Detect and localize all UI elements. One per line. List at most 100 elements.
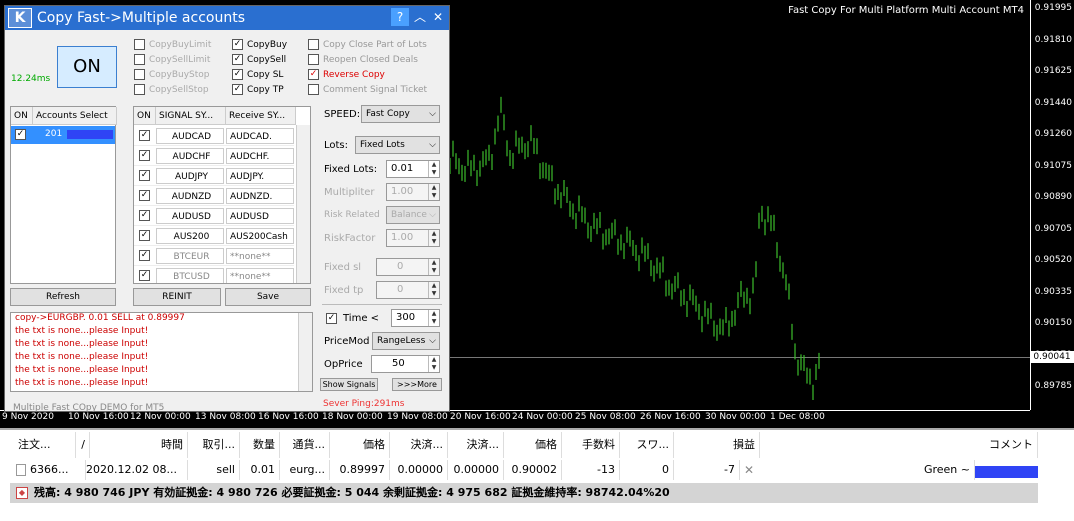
checkbox-icon[interactable] — [308, 84, 319, 95]
order-cell[interactable]: 2020.12.02 08... — [86, 460, 188, 480]
checkbox-icon[interactable] — [134, 69, 145, 80]
receive-symbol-cell[interactable]: AUS200Cash — [226, 228, 294, 244]
receive-symbol-cell[interactable]: **none** — [226, 268, 294, 283]
symbol-row[interactable]: ✓ AUDCHF AUDCHF. — [134, 146, 294, 166]
symbol-checkbox[interactable]: ✓ — [139, 150, 150, 161]
symbol-row[interactable]: ✓ BTCUSD **none** — [134, 266, 294, 283]
symbol-row[interactable]: ✓ AUS200 AUS200Cash — [134, 226, 294, 246]
signal-symbol-cell[interactable]: AUDNZD — [156, 188, 224, 204]
order-cell[interactable]: 0 — [620, 460, 674, 480]
option-options_col3-2[interactable]: ✓ Reverse Copy — [308, 69, 385, 80]
checkbox-icon[interactable]: ✓ — [232, 69, 243, 80]
terminal-header[interactable]: 手数料 — [562, 432, 620, 458]
time-checkbox[interactable]: ✓ — [326, 313, 337, 324]
pricemode-select[interactable]: RangeLess ⌵ — [372, 332, 440, 350]
option-options_col1-2[interactable]: CopyBuyStop — [134, 69, 210, 80]
fixed-tp-input[interactable]: 0 ▲ ▼ — [376, 281, 440, 299]
spin-icon[interactable]: ▲ ▼ — [428, 356, 439, 372]
checkbox-icon[interactable] — [308, 39, 319, 50]
symbol-checkbox[interactable]: ✓ — [139, 190, 150, 201]
symbol-checkbox[interactable]: ✓ — [139, 230, 150, 241]
symbol-checkbox[interactable]: ✓ — [139, 130, 150, 141]
receive-symbol-cell[interactable]: AUDJPY. — [226, 168, 294, 184]
account-checkbox[interactable]: ✓ — [15, 129, 26, 140]
spin-icon[interactable]: ▲ ▼ — [428, 161, 439, 177]
order-cell[interactable]: -7 — [674, 460, 740, 480]
lots-select[interactable]: Fixed Lots ⌵ — [355, 136, 440, 154]
option-options_col2-2[interactable]: ✓ Copy SL — [232, 69, 283, 80]
copy-panel[interactable]: K Copy Fast->Multiple accounts ? ︿ ✕ ON … — [4, 5, 450, 413]
signal-symbol-cell[interactable]: BTCEUR — [156, 248, 224, 264]
option-options_col1-3[interactable]: CopySellStop — [134, 84, 209, 95]
checkbox-icon[interactable] — [134, 84, 145, 95]
terminal-panel[interactable]: 注文... / 時間 取引... 数量 通貨... 価格 決済... 決済... 価格 手数料 スワ.… — [0, 428, 1074, 521]
terminal-header[interactable]: 損益 — [674, 432, 760, 458]
checkbox-icon[interactable]: ✓ — [232, 54, 243, 65]
order-cell[interactable]: Green ~ — [760, 460, 975, 480]
receive-symbol-cell[interactable]: AUDCAD. — [226, 128, 294, 144]
signal-symbol-cell[interactable]: BTCUSD — [156, 268, 224, 283]
risk-related-select[interactable]: Balance ⌵ — [386, 206, 440, 224]
checkbox-icon[interactable] — [134, 54, 145, 65]
opprice-input[interactable]: 50 ▲ ▼ — [371, 355, 440, 373]
symbol-map-table[interactable]: ON SIGNAL SY... Receive SY... ✓ AUDCAD AUD… — [133, 106, 311, 284]
option-options_col3-3[interactable]: Comment Signal Ticket — [308, 84, 427, 95]
on-toggle-button[interactable]: ON — [57, 46, 117, 88]
terminal-header[interactable]: 数量 — [240, 432, 280, 458]
speed-select[interactable]: Fast Copy ⌵ — [361, 105, 440, 123]
terminal-header[interactable]: スワ... — [620, 432, 674, 458]
spin-icon[interactable]: ▲ ▼ — [428, 184, 439, 200]
terminal-header[interactable]: 取引... — [188, 432, 240, 458]
show-signals-button[interactable]: Show Signals — [320, 378, 378, 391]
symbol-checkbox[interactable]: ✓ — [139, 250, 150, 261]
checkbox-icon[interactable]: ✓ — [232, 39, 243, 50]
receive-symbol-cell[interactable]: AUDUSD — [226, 208, 294, 224]
order-cell[interactable]: sell — [188, 460, 240, 480]
spin-icon[interactable]: ▲ ▼ — [428, 230, 439, 246]
symbol-row[interactable]: ✓ AUDUSD AUDUSD — [134, 206, 294, 226]
symbol-row[interactable]: ✓ BTCEUR **none** — [134, 246, 294, 266]
collapse-icon[interactable]: ︿ — [411, 8, 429, 26]
option-options_col2-0[interactable]: ✓ CopyBuy — [232, 39, 287, 50]
checkbox-icon[interactable] — [308, 54, 319, 65]
symbol-checkbox[interactable]: ✓ — [139, 210, 150, 221]
order-cell[interactable]: eurg... — [280, 460, 330, 480]
log-scrollbar[interactable] — [298, 313, 312, 391]
option-options_col3-1[interactable]: Reopen Closed Deals — [308, 54, 418, 65]
order-cell[interactable]: 0.00000 — [390, 460, 448, 480]
terminal-header[interactable]: 価格 — [504, 432, 562, 458]
terminal-header[interactable]: コメント — [760, 432, 1038, 458]
receive-symbol-cell[interactable]: **none** — [226, 248, 294, 264]
receive-symbol-cell[interactable]: AUDCHF. — [226, 148, 294, 164]
terminal-header[interactable]: / — [76, 432, 90, 458]
spin-icon[interactable]: ▲ ▼ — [428, 282, 439, 298]
checkbox-icon[interactable] — [134, 39, 145, 50]
terminal-header[interactable]: 時間 — [90, 432, 188, 458]
order-cell[interactable]: 0.00000 — [448, 460, 504, 480]
order-cell[interactable]: -13 — [562, 460, 620, 480]
reinit-button[interactable]: REINIT — [133, 288, 221, 306]
symbol-row[interactable]: ✓ AUDNZD AUDNZD. — [134, 186, 294, 206]
order-cell[interactable]: 0.90002 — [504, 460, 562, 480]
signal-symbol-cell[interactable]: AUDUSD — [156, 208, 224, 224]
fixed-sl-input[interactable]: 0 ▲ ▼ — [376, 258, 440, 276]
fixed-lots-input[interactable]: 0.01 ▲ ▼ — [386, 160, 440, 178]
refresh-button[interactable]: Refresh — [10, 288, 116, 306]
signal-symbol-cell[interactable]: AUDJPY — [156, 168, 224, 184]
signal-symbol-cell[interactable]: AUS200 — [156, 228, 224, 244]
option-options_col2-1[interactable]: ✓ CopySell — [232, 54, 286, 65]
terminal-header[interactable]: 決済... — [390, 432, 448, 458]
option-options_col3-0[interactable]: Copy Close Part of Lots — [308, 39, 427, 50]
terminal-header[interactable]: 通貨... — [280, 432, 330, 458]
symbol-checkbox[interactable]: ✓ — [139, 170, 150, 181]
save-button[interactable]: Save — [225, 288, 311, 306]
symbol-row[interactable]: ✓ AUDCAD AUDCAD. — [134, 126, 294, 146]
risk-factor-input[interactable]: 1.00 ▲ ▼ — [386, 229, 440, 247]
signal-symbol-cell[interactable]: AUDCHF — [156, 148, 224, 164]
checkbox-icon[interactable]: ✓ — [308, 69, 319, 80]
log-area[interactable]: copy->EURGBP. 0.01 SELL at 0.89997 the tx… — [10, 312, 313, 392]
option-options_col1-1[interactable]: CopySellLimit — [134, 54, 210, 65]
multiplier-input[interactable]: 1.00 ▲ ▼ — [386, 183, 440, 201]
signal-symbol-cell[interactable]: AUDCAD — [156, 128, 224, 144]
receive-symbol-cell[interactable]: AUDNZD. — [226, 188, 294, 204]
